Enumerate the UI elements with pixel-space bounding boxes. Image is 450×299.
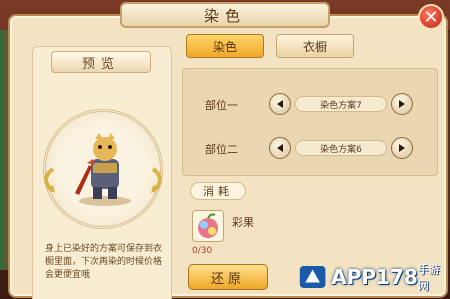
rotate-left-icon[interactable]	[35, 165, 57, 195]
rotate-right-icon[interactable]	[149, 165, 171, 195]
close-icon[interactable]: ✕	[418, 4, 444, 30]
watermark-sub: 手游网	[417, 263, 440, 292]
part-one-label: 部位一	[205, 99, 238, 112]
part-two-prev-button[interactable]	[269, 137, 291, 159]
part-two-value: 染色方案6	[295, 140, 387, 156]
watermark-text: APP178	[331, 265, 418, 289]
watermark-logo-icon	[299, 266, 326, 288]
preview-hint-text: 身上已染好的方案可保存到衣橱里面，下次再染的时候价格会更便宜哦	[45, 244, 163, 280]
part-one-row: 部位一 染色方案7	[183, 93, 439, 117]
tab-dye[interactable]: 染色	[186, 34, 264, 58]
part-two-row: 部位二 染色方案6	[183, 137, 439, 161]
watermark: APP178 手游网	[298, 258, 448, 296]
part-one-prev-button[interactable]	[269, 93, 291, 115]
character-model[interactable]	[69, 129, 141, 207]
dye-options-box: 部位一 染色方案7 部位二 染色方案6	[182, 68, 438, 176]
triangle-left-icon	[277, 144, 283, 152]
preview-pane: 预览 身上已染好的方案可保存到衣橱里面，下次再染的时候价格会更便宜哦	[32, 46, 172, 299]
dye-panel: 预览 身上已染好的方案可保存到衣橱里面，下次再染的时候价格会更便宜哦 染色 衣橱	[8, 14, 448, 299]
consume-label: 消耗	[190, 182, 246, 200]
part-one-next-button[interactable]	[391, 93, 413, 115]
fruit-item-name: 彩果	[232, 216, 254, 229]
part-two-next-button[interactable]	[391, 137, 413, 159]
tab-wardrobe[interactable]: 衣橱	[276, 34, 354, 58]
fruit-item-count: 0/30	[192, 246, 213, 256]
window-title: 染色	[120, 2, 330, 28]
fruit-item-slot[interactable]	[192, 210, 224, 242]
preview-title: 预览	[51, 51, 151, 73]
triangle-right-icon	[399, 100, 405, 108]
triangle-left-icon	[277, 100, 283, 108]
restore-button[interactable]: 还原	[188, 264, 268, 290]
part-two-label: 部位二	[205, 143, 238, 156]
triangle-right-icon	[399, 144, 405, 152]
part-one-value: 染色方案7	[295, 96, 387, 112]
colorful-fruit-icon	[198, 213, 218, 238]
